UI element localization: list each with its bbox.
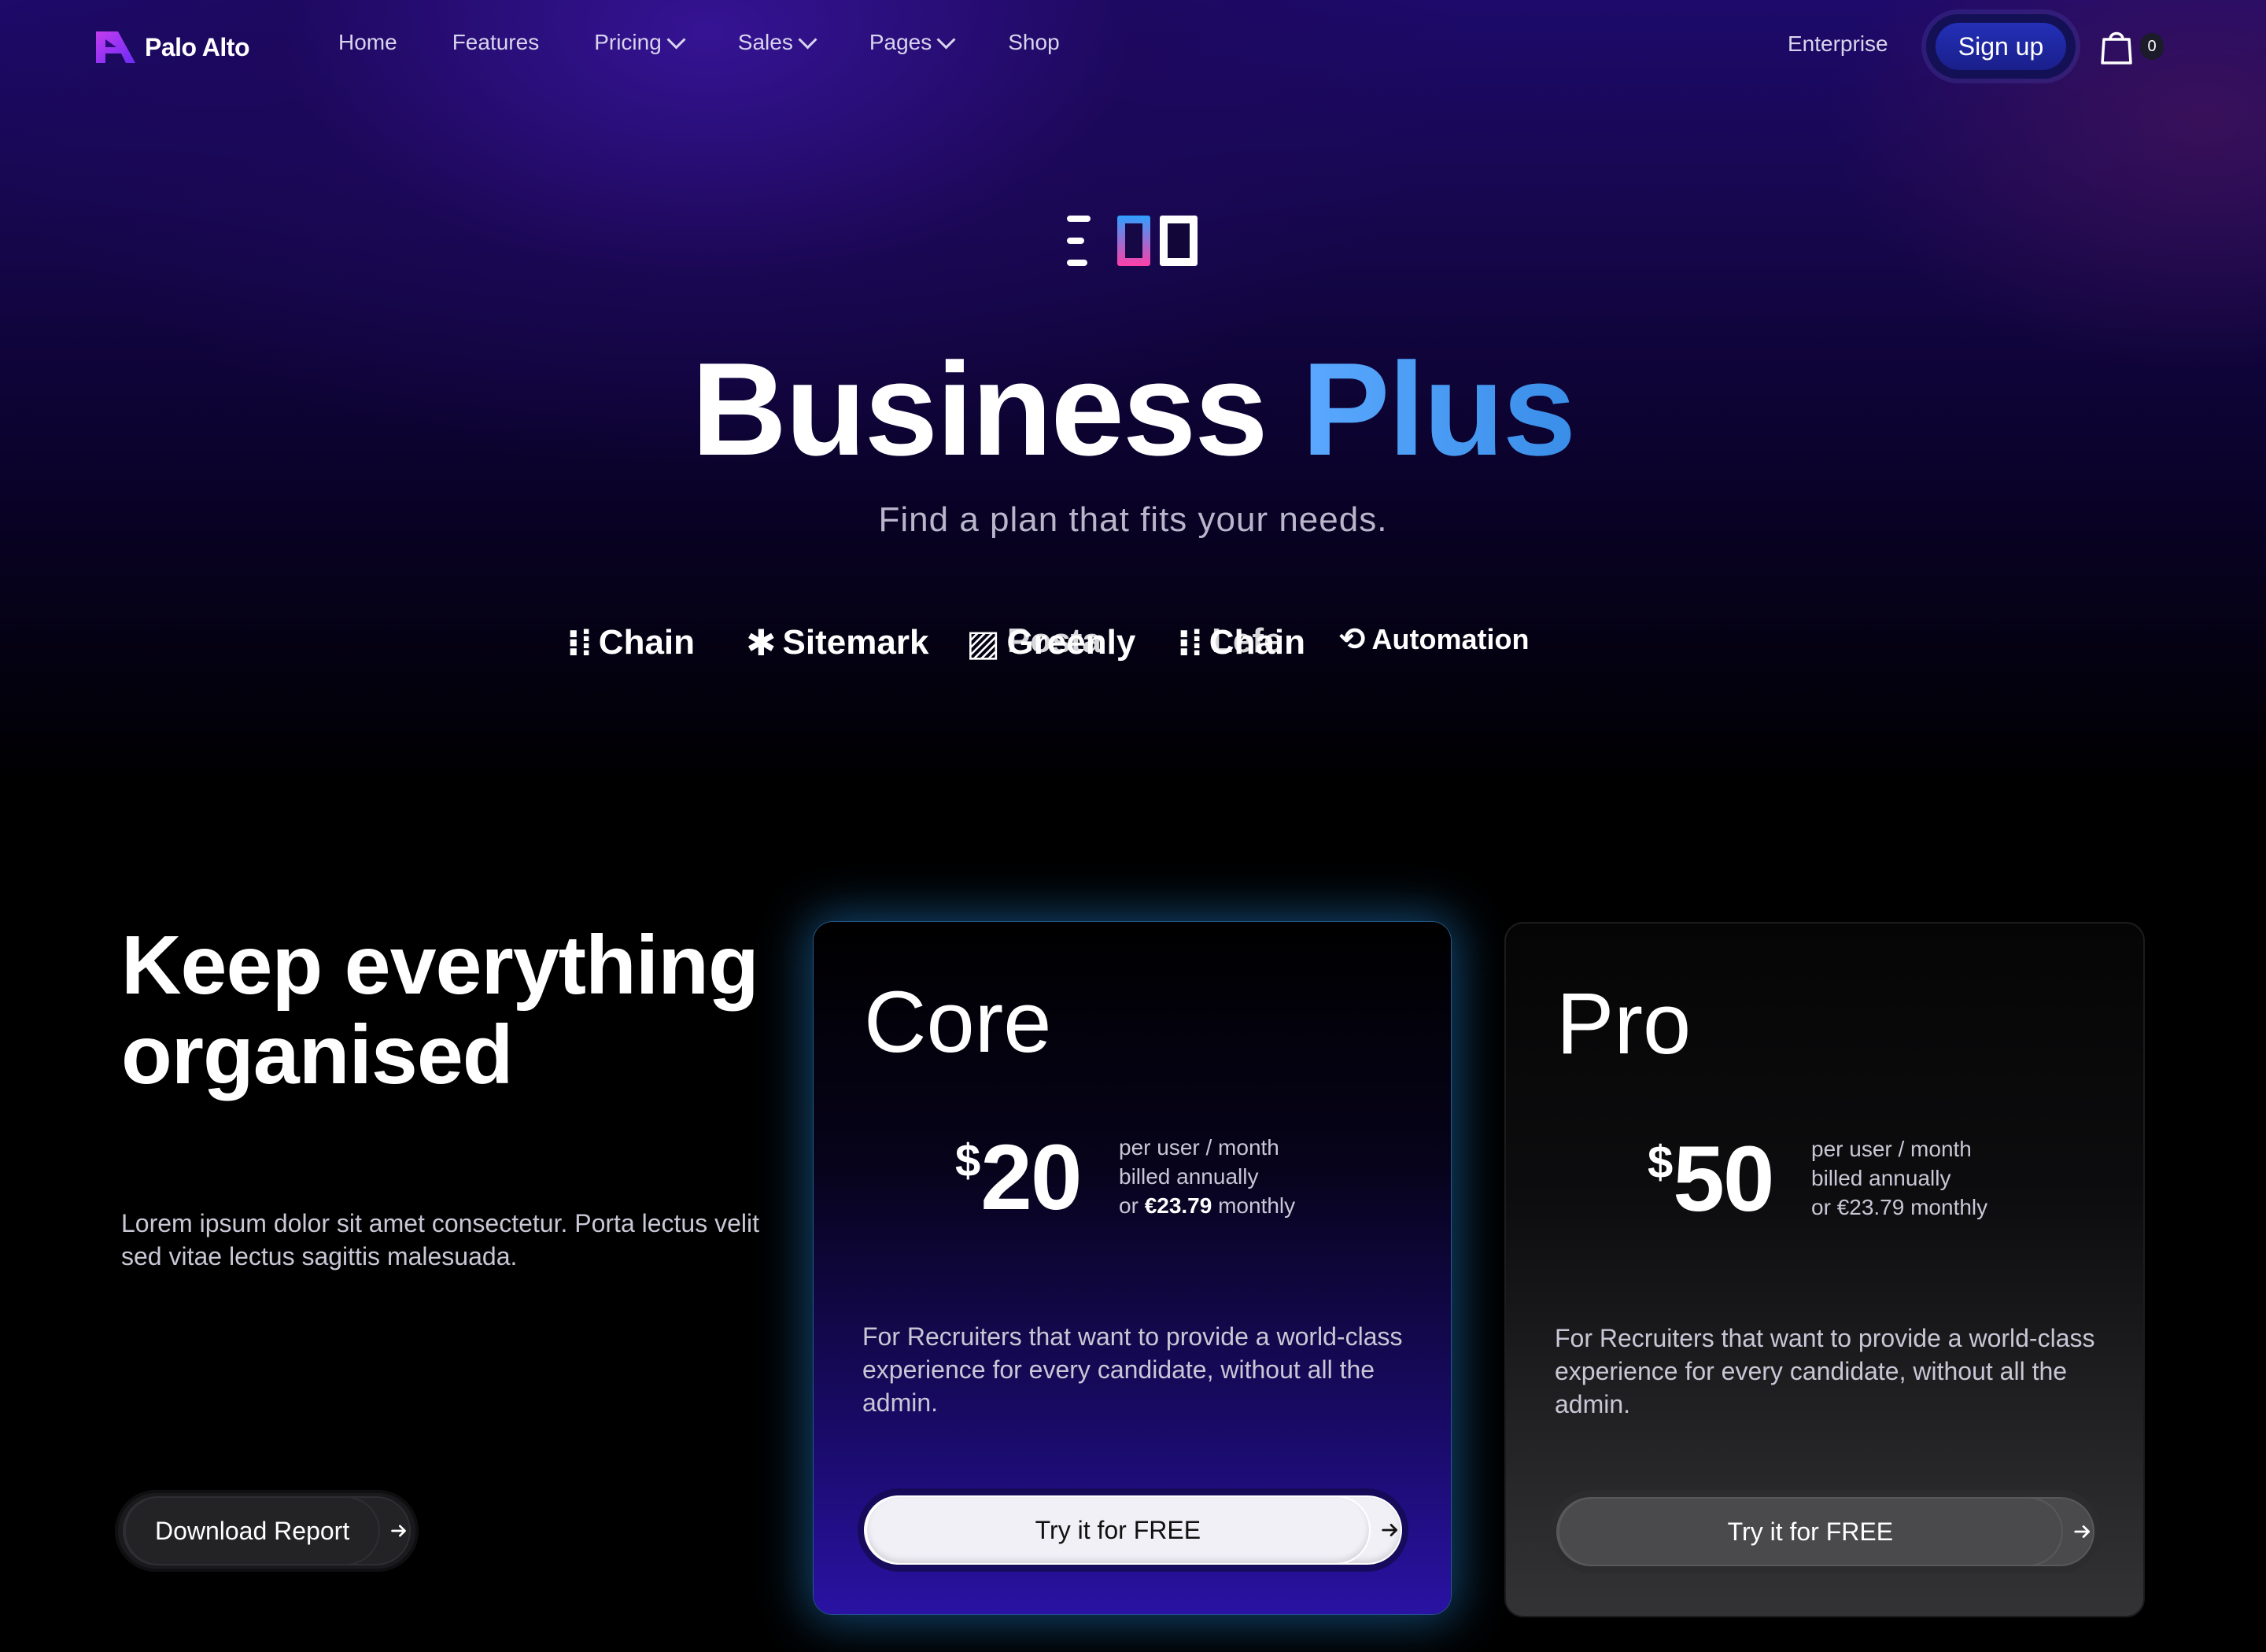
price-currency: $ (955, 1135, 981, 1186)
try-free-button[interactable]: Try it for FREE (858, 1488, 1408, 1572)
chevron-down-icon (936, 29, 956, 50)
logo-posta-text: Posta (1007, 621, 1102, 660)
logo-sitemark-text: Sitemark (782, 623, 929, 662)
price-monthly-value: €23.79 (1144, 1193, 1212, 1218)
download-report-button[interactable]: Download Report (115, 1490, 419, 1572)
try-free-label: Try it for FREE (1558, 1497, 2063, 1566)
price-amount: 20 (980, 1126, 1082, 1230)
try-free-button[interactable]: Try it for FREE (1550, 1490, 2101, 1573)
logo-chain-text: Chain (598, 623, 696, 662)
nav-links: Home Features Pricing Sales Pages Shop (338, 29, 1115, 55)
enterprise-link[interactable]: Enterprise (1788, 31, 1888, 57)
price-billed: billed annually (1811, 1166, 1951, 1190)
logo-posta: Posta (1007, 621, 1102, 661)
shopping-bag-icon[interactable] (2099, 28, 2134, 66)
price-note: per user / month billed annually or €23.… (1811, 1134, 1987, 1222)
chevron-down-icon (798, 29, 817, 50)
price-per: per user / month (1811, 1137, 1972, 1161)
nav-home[interactable]: Home (338, 30, 397, 55)
logo-automation: ⟲ Automation (1339, 621, 1529, 658)
nav-shop-label: Shop (1008, 30, 1060, 54)
brand[interactable]: Palo Alto (94, 28, 249, 66)
signup-button[interactable]: Sign up (1926, 14, 2076, 79)
logo-chain: ⁝⁞ Chain (566, 621, 695, 664)
plan-description: For Recruiters that want to provide a wo… (1555, 1324, 2095, 1418)
signup-label: Sign up (1936, 23, 2066, 70)
price-per: per user / month (1119, 1135, 1279, 1160)
pricing-card-pro: Pro $ 50 per user / month billed annuall… (1504, 922, 2145, 1617)
download-report-label: Download Report (124, 1496, 381, 1565)
nav-home-label: Home (338, 30, 397, 54)
logo-lefe-text: Lefe (1212, 621, 1283, 660)
price-monthly-suffix: monthly (1218, 1193, 1296, 1218)
chevron-down-icon (666, 29, 686, 50)
nav-pricing-label: Pricing (594, 30, 662, 54)
section-title: Keep everything organised (121, 919, 759, 1101)
price-currency: $ (1648, 1137, 1674, 1188)
hero-title: Business Plus (0, 330, 2266, 488)
plan-description: For Recruiters that want to provide a wo… (862, 1322, 1403, 1417)
try-free-label: Try it for FREE (865, 1495, 1371, 1565)
arrow-right-icon (2074, 1525, 2090, 1538)
chain-icon: ⁝⁞ (566, 622, 592, 663)
price-monthly: or €23.79 monthly (1119, 1191, 1295, 1220)
top-navigation: Palo Alto Home Features Pricing Sales Pa… (0, 0, 2266, 94)
cart-count-badge: 0 (2140, 33, 2164, 60)
price-monthly-value: €23.79 (1836, 1195, 1905, 1219)
logo-automation-text: Automation (1371, 623, 1530, 655)
arrow-right-icon (391, 1525, 407, 1537)
nav-pages[interactable]: Pages (869, 29, 956, 55)
brand-name: Palo Alto (145, 32, 249, 61)
price-note: per user / month billed annually or €23.… (1119, 1133, 1295, 1220)
logo-sitemark: ✱ Sitemark (746, 621, 928, 664)
arrow-right-icon (1382, 1524, 1397, 1536)
price-monthly-prefix: or (1811, 1195, 1831, 1219)
square-mark-icon: ▨ (966, 622, 1001, 663)
partner-logos: ⁝⁞ Chain ✱ Sitemark ▨ Greenly Posta ⁝⁞ C… (566, 621, 1542, 669)
refresh-icon: ⟲ (1339, 622, 1366, 657)
nav-shop[interactable]: Shop (1008, 30, 1059, 55)
nav-sales-label: Sales (737, 30, 793, 54)
plan-price: $ 20 (955, 1126, 1083, 1230)
chain-icon: ⁝⁞ (1177, 622, 1203, 663)
logo-lefe: Lefe (1212, 621, 1282, 661)
plan-price: $ 50 (1648, 1127, 1775, 1231)
price-billed: billed annually (1119, 1164, 1259, 1189)
nav-pages-label: Pages (869, 30, 932, 54)
nav-sales[interactable]: Sales (737, 29, 817, 55)
grid-layout-icon (1067, 212, 1201, 269)
nav-features-label: Features (452, 30, 540, 54)
price-monthly-suffix: monthly (1910, 1195, 1988, 1219)
price-monthly-prefix: or (1119, 1193, 1139, 1218)
hero-subtitle: Find a plan that fits your needs. (878, 500, 1388, 539)
nav-features[interactable]: Features (452, 30, 540, 55)
plan-name: Pro (1556, 975, 1692, 1072)
hero-title-main: Business (691, 335, 1268, 483)
asterisk-icon: ✱ (746, 622, 777, 663)
nav-pricing[interactable]: Pricing (594, 29, 686, 55)
price-amount: 50 (1673, 1127, 1774, 1231)
pricing-card-core: Core $ 20 per user / month billed annual… (814, 922, 1451, 1614)
section-description: Lorem ipsum dolor sit amet consectetur. … (121, 1209, 760, 1270)
price-monthly: or €23.79 monthly (1811, 1193, 1987, 1222)
plan-name: Core (864, 974, 1052, 1071)
hero-title-accent: Plus (1301, 335, 1576, 483)
palo-alto-logo-icon (94, 28, 137, 66)
